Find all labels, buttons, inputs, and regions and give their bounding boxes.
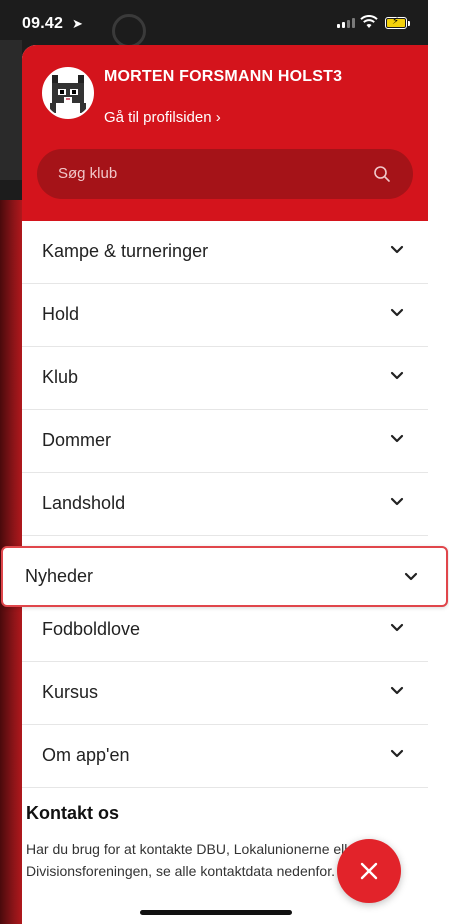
close-icon bbox=[360, 862, 378, 880]
club-search-input[interactable]: Søg klub bbox=[37, 149, 413, 199]
menu-item-label: Dommer bbox=[42, 430, 112, 450]
search-icon[interactable] bbox=[373, 165, 391, 183]
background-shape bbox=[0, 40, 22, 180]
menu-item-label: Landshold bbox=[42, 493, 126, 513]
main-menu: Kampe & turneringer Hold Klub Dommer Lan… bbox=[22, 221, 428, 788]
chevron-down-icon bbox=[404, 572, 418, 581]
menu-item-nyheder[interactable]: Nyheder bbox=[1, 546, 448, 607]
menu-item-om-appen[interactable]: Om app'en bbox=[22, 725, 428, 788]
menu-item-klub[interactable]: Klub bbox=[22, 347, 428, 410]
chevron-down-icon bbox=[390, 245, 404, 254]
chevron-down-icon bbox=[390, 749, 404, 758]
menu-item-label: Kampe & turneringer bbox=[42, 241, 209, 261]
navigation-drawer: MORTEN FORSMANN HOLST3 Gå til profilside… bbox=[22, 45, 428, 924]
menu-item-label: Nyheder bbox=[25, 566, 94, 586]
status-time: 09.42 bbox=[22, 15, 64, 32]
background-right-strip bbox=[428, 0, 449, 924]
menu-item-dommer[interactable]: Dommer bbox=[22, 410, 428, 473]
chevron-down-icon bbox=[390, 371, 404, 380]
drawer-header: MORTEN FORSMANN HOLST3 Gå til profilside… bbox=[22, 45, 428, 221]
chevron-down-icon bbox=[390, 686, 404, 695]
profile-name: MORTEN FORSMANN HOLST3 bbox=[104, 68, 343, 85]
chevron-down-icon bbox=[390, 308, 404, 317]
location-arrow-icon: ➤ bbox=[72, 16, 83, 31]
avatar[interactable] bbox=[42, 67, 94, 119]
search-placeholder: Søg klub bbox=[58, 165, 118, 182]
menu-item-label: Klub bbox=[42, 367, 79, 387]
menu-item-hold[interactable]: Hold bbox=[22, 284, 428, 347]
menu-item-kampe-turneringer[interactable]: Kampe & turneringer bbox=[22, 221, 428, 284]
close-menu-button[interactable] bbox=[337, 839, 401, 903]
status-bar: 09.42 ➤ ⚡ bbox=[0, 0, 428, 46]
menu-item-fodboldlove[interactable]: Fodboldlove bbox=[22, 599, 428, 662]
cellular-signal-icon bbox=[337, 18, 355, 28]
chevron-down-icon bbox=[390, 434, 404, 443]
chevron-down-icon bbox=[390, 497, 404, 506]
home-indicator[interactable] bbox=[140, 910, 292, 915]
menu-item-landshold[interactable]: Landshold bbox=[22, 473, 428, 536]
menu-item-kursus[interactable]: Kursus bbox=[22, 662, 428, 725]
profile-link[interactable]: Gå til profilsiden › bbox=[104, 109, 221, 126]
menu-item-label: Kursus bbox=[42, 682, 99, 702]
wifi-icon bbox=[360, 15, 378, 28]
contact-title: Kontakt os bbox=[26, 803, 120, 823]
chevron-down-icon bbox=[390, 623, 404, 632]
menu-item-label: Fodboldlove bbox=[42, 619, 141, 639]
battery-tip bbox=[408, 21, 410, 26]
cat-avatar-icon bbox=[44, 69, 92, 117]
battery-icon: ⚡ bbox=[385, 16, 407, 29]
menu-item-label: Hold bbox=[42, 304, 80, 324]
menu-item-label: Om app'en bbox=[42, 745, 130, 765]
